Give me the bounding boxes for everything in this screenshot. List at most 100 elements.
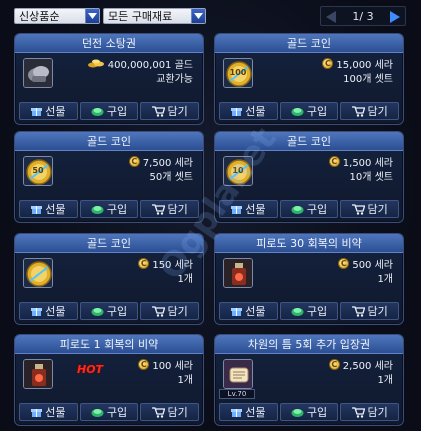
price-row: C 500 세라 bbox=[338, 256, 393, 271]
item-price: 100 세라 bbox=[152, 360, 193, 372]
gift-icon bbox=[31, 204, 43, 215]
item-title: 차원의 틈 5회 추가 입장권 bbox=[215, 335, 403, 354]
coin-count-label: 10 bbox=[232, 166, 244, 175]
cart-button[interactable]: 담기 bbox=[340, 102, 400, 120]
cera-coin-icon: C bbox=[328, 155, 340, 167]
gift-button[interactable]: 선물 bbox=[19, 302, 78, 320]
buy-button[interactable]: 구입 bbox=[279, 403, 339, 421]
next-page-icon[interactable] bbox=[387, 9, 403, 25]
cart-button[interactable]: 담기 bbox=[140, 200, 200, 218]
cart-button[interactable]: 담기 bbox=[340, 200, 400, 218]
buy-icon bbox=[91, 407, 104, 417]
cart-label: 담기 bbox=[367, 105, 388, 118]
gift-icon bbox=[231, 407, 243, 418]
gift-button[interactable]: 선물 bbox=[19, 102, 78, 120]
cart-icon bbox=[151, 203, 165, 215]
item-quantity: 1개 bbox=[377, 375, 393, 386]
level-badge: Lv.70 bbox=[219, 389, 255, 399]
cera-coin-icon: C bbox=[138, 358, 150, 370]
item-quantity: 10개 셋트 bbox=[349, 172, 393, 183]
cart-icon bbox=[351, 105, 365, 117]
buy-label: 구입 bbox=[306, 406, 328, 419]
price-row: C 1,500 세라 bbox=[328, 154, 393, 169]
potion-icon[interactable] bbox=[23, 359, 53, 389]
item-actions: 선물 구입 담기 bbox=[19, 102, 200, 120]
cart-icon bbox=[151, 305, 165, 317]
page-indicator: 1/ 3 bbox=[352, 10, 374, 23]
item-quantity: 100개 셋트 bbox=[343, 74, 393, 85]
chevron-down-icon[interactable] bbox=[85, 9, 99, 23]
gold-coin-icon[interactable] bbox=[23, 258, 53, 288]
cart-button[interactable]: 담기 bbox=[140, 302, 200, 320]
cart-label: 담기 bbox=[167, 406, 188, 419]
potion-icon[interactable] bbox=[223, 258, 253, 288]
item-card: 차원의 틈 5회 추가 입장권 Lv.70 C 2,500 세라 1개 선물 구입 담기 bbox=[214, 334, 404, 426]
price-row: C 150 세라 bbox=[138, 256, 193, 271]
gift-button[interactable]: 선물 bbox=[219, 302, 278, 320]
buy-label: 구입 bbox=[106, 203, 128, 216]
gift-label: 선물 bbox=[45, 105, 66, 118]
buy-icon bbox=[291, 306, 304, 316]
ticket-icon[interactable] bbox=[23, 58, 53, 88]
buy-label: 구입 bbox=[306, 105, 328, 118]
buy-icon bbox=[91, 106, 104, 116]
gift-button[interactable]: 선물 bbox=[219, 200, 278, 218]
gift-label: 선물 bbox=[245, 406, 266, 419]
gift-button[interactable]: 선물 bbox=[219, 403, 278, 421]
item-actions: 선물 구입 담기 bbox=[219, 403, 400, 421]
buy-button[interactable]: 구입 bbox=[79, 102, 139, 120]
buy-label: 구입 bbox=[106, 105, 128, 118]
chevron-down-icon[interactable] bbox=[191, 9, 205, 23]
cart-icon bbox=[151, 105, 165, 117]
buy-button[interactable]: 구입 bbox=[279, 302, 339, 320]
gift-icon bbox=[231, 204, 243, 215]
item-title: 피로도 1 회복의 비약 bbox=[15, 335, 203, 354]
item-title: 골드 코인 bbox=[215, 34, 403, 53]
item-title: 던전 소탕권 bbox=[15, 34, 203, 53]
item-price: 400,000,001 골드 bbox=[107, 59, 193, 71]
item-price: 150 세라 bbox=[152, 259, 193, 271]
gift-label: 선물 bbox=[245, 105, 266, 118]
sort-dropdown[interactable]: 신상품순 bbox=[14, 8, 100, 24]
item-price: 500 세라 bbox=[352, 259, 393, 271]
gift-button[interactable]: 선물 bbox=[19, 200, 78, 218]
buy-button[interactable]: 구입 bbox=[279, 102, 339, 120]
buy-label: 구입 bbox=[306, 305, 328, 318]
cart-icon bbox=[151, 406, 165, 418]
gold-coin-icon[interactable]: 50 bbox=[23, 156, 53, 186]
item-title: 피로도 30 회복의 비약 bbox=[215, 234, 403, 253]
cart-label: 담기 bbox=[167, 203, 188, 216]
cart-label: 담기 bbox=[367, 406, 388, 419]
item-quantity: 교환가능 bbox=[156, 74, 193, 85]
coin-count-label: 100 bbox=[229, 68, 247, 77]
buy-button[interactable]: 구입 bbox=[79, 302, 139, 320]
gift-icon bbox=[31, 407, 43, 418]
buy-icon bbox=[291, 407, 304, 417]
price-row: C 100 세라 bbox=[138, 357, 193, 372]
cera-coin-icon: C bbox=[322, 57, 334, 69]
gift-icon bbox=[31, 106, 43, 117]
cart-label: 담기 bbox=[367, 305, 388, 318]
buy-label: 구입 bbox=[306, 203, 328, 216]
cart-icon bbox=[351, 305, 365, 317]
gold-coin-icon[interactable]: 100 bbox=[223, 58, 253, 88]
buy-button[interactable]: 구입 bbox=[79, 200, 139, 218]
material-filter-dropdown[interactable]: 모든 구매재료 bbox=[103, 8, 206, 24]
cart-button[interactable]: 담기 bbox=[140, 403, 200, 421]
item-card: 골드 코인 10 C 1,500 세라 10개 셋트 선물 구입 담기 bbox=[214, 131, 404, 223]
item-card: 던전 소탕권 400,000,001 골드교환가능선물 구입 담기 bbox=[14, 33, 204, 125]
gift-button[interactable]: 선물 bbox=[19, 403, 78, 421]
gift-icon bbox=[31, 306, 43, 317]
prev-page-icon[interactable] bbox=[323, 9, 339, 25]
buy-button[interactable]: 구입 bbox=[79, 403, 139, 421]
cart-button[interactable]: 담기 bbox=[340, 302, 400, 320]
filter-bar: 신상품순 모든 구매재료 1/ 3 bbox=[0, 0, 421, 30]
cart-button[interactable]: 담기 bbox=[140, 102, 200, 120]
scroll-icon[interactable] bbox=[223, 359, 253, 389]
buy-button[interactable]: 구입 bbox=[279, 200, 339, 218]
cart-button[interactable]: 담기 bbox=[340, 403, 400, 421]
item-price: 2,500 세라 bbox=[342, 360, 393, 372]
gold-coin-icon[interactable]: 10 bbox=[223, 156, 253, 186]
item-price: 7,500 세라 bbox=[142, 157, 193, 169]
gift-button[interactable]: 선물 bbox=[219, 102, 278, 120]
